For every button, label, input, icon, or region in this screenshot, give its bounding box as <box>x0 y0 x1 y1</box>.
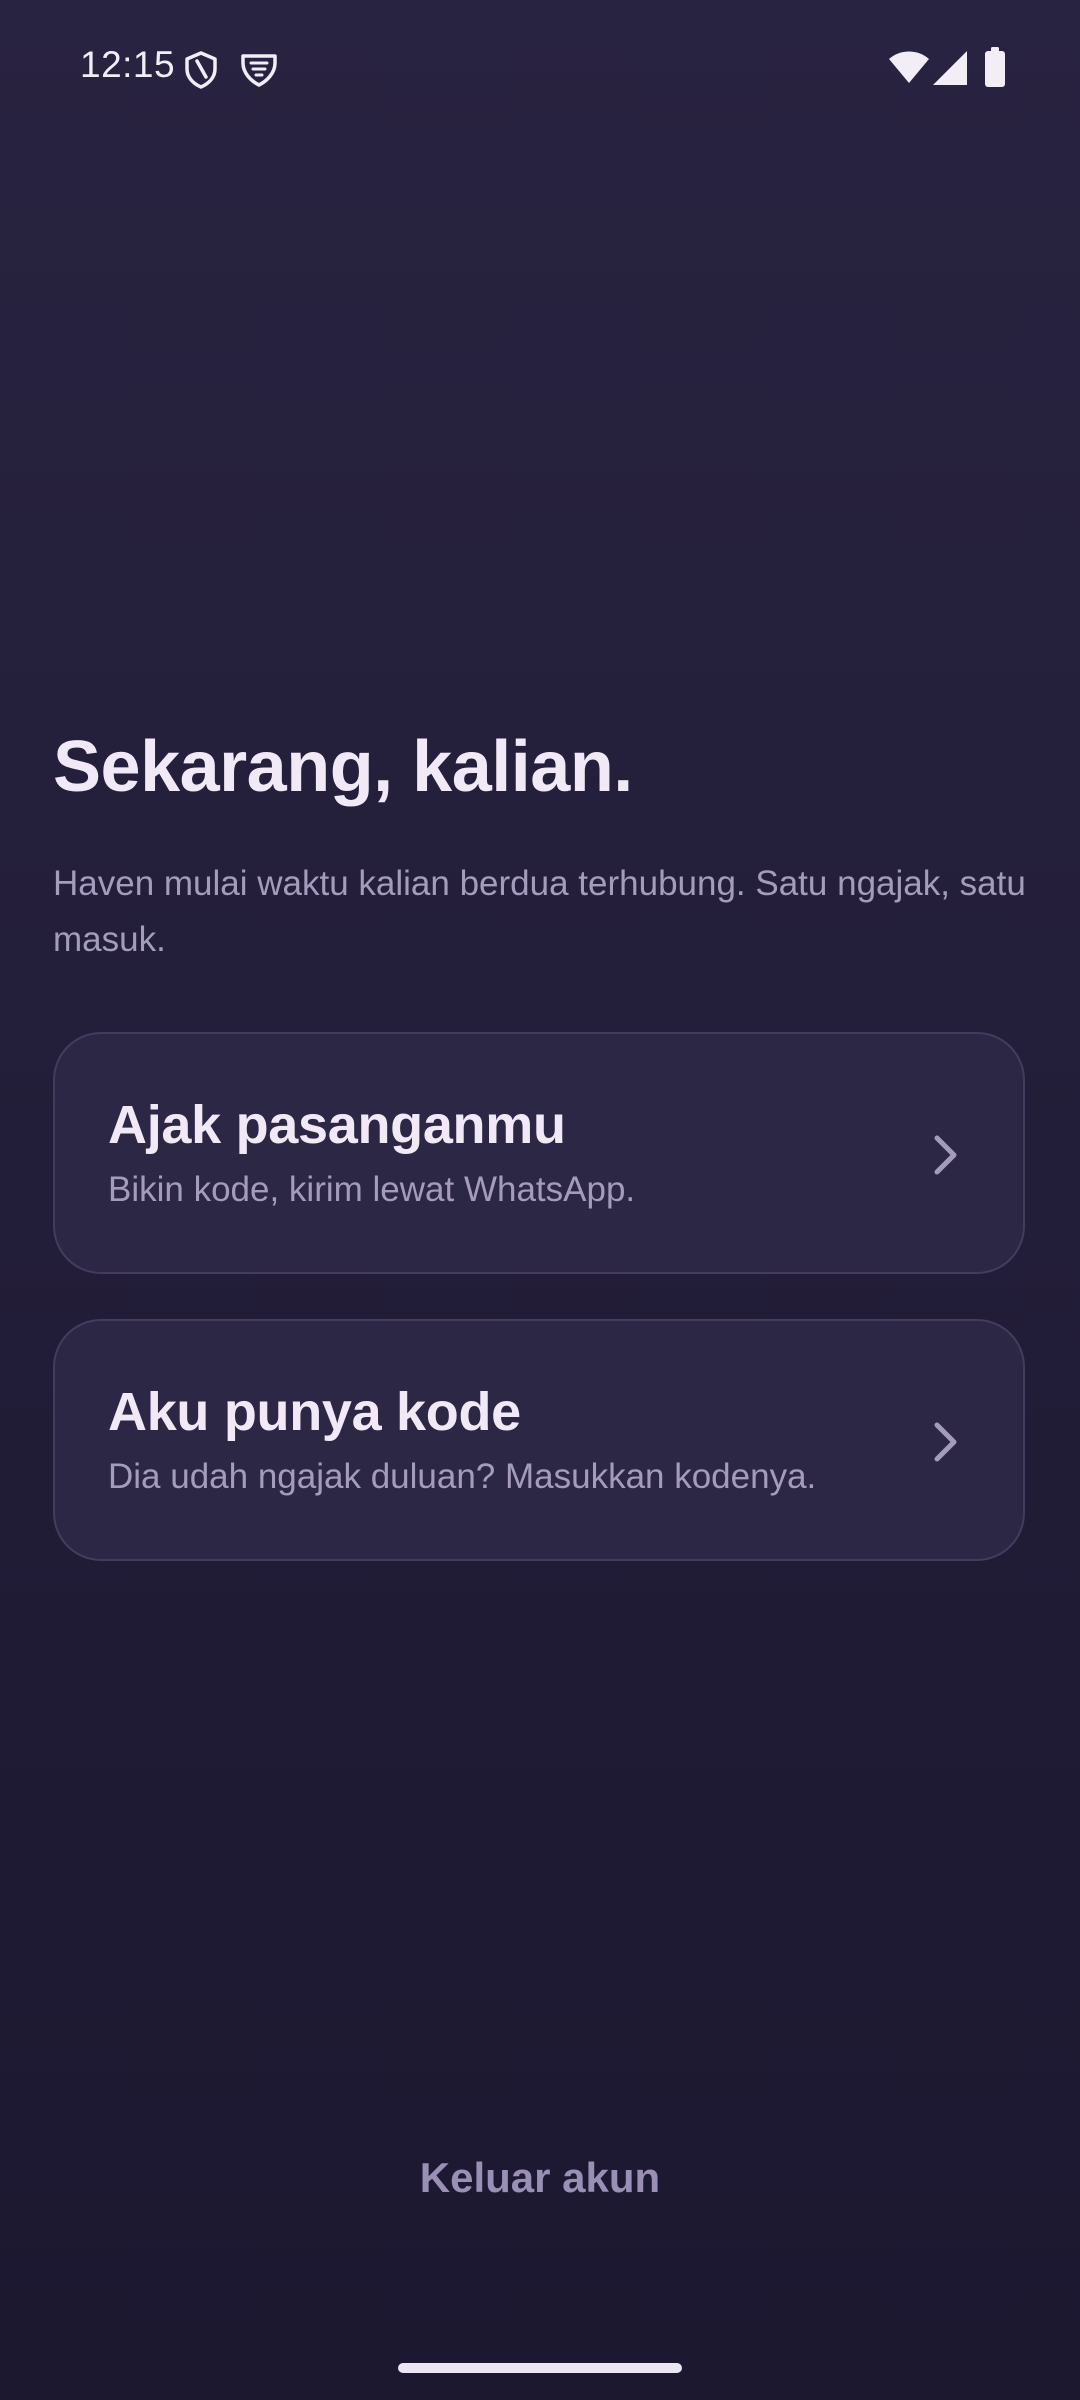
status-bar: 12:15 <box>0 0 1080 136</box>
have-code-description: Dia udah ngajak duluan? Masukkan kodenya… <box>108 1457 817 1496</box>
invite-partner-title: Ajak pasanganmu <box>108 1095 566 1155</box>
home-indicator[interactable] <box>398 2363 682 2373</box>
cell-signal-icon <box>933 51 967 85</box>
invite-partner-button[interactable]: Ajak pasanganmu Bikin kode, kirim lewat … <box>53 1032 1025 1274</box>
battery-icon <box>985 47 1005 87</box>
page-title: Sekarang, kalian. <box>53 727 633 807</box>
shield-icon <box>185 51 217 89</box>
chevron-right-icon <box>934 1135 957 1175</box>
have-code-title: Aku punya kode <box>108 1382 521 1442</box>
status-time: 12:15 <box>80 44 176 85</box>
wifi-icon <box>889 51 929 83</box>
have-code-button[interactable]: Aku punya kode Dia udah ngajak duluan? M… <box>53 1319 1025 1561</box>
invite-partner-description: Bikin kode, kirim lewat WhatsApp. <box>108 1170 636 1209</box>
chevron-right-icon <box>934 1422 957 1462</box>
vpn-shield-icon <box>241 54 277 87</box>
page-subtitle: Haven mulai waktu kalian berdua terhubun… <box>53 864 1026 959</box>
logout-button[interactable]: Keluar akun <box>0 2154 1080 2202</box>
